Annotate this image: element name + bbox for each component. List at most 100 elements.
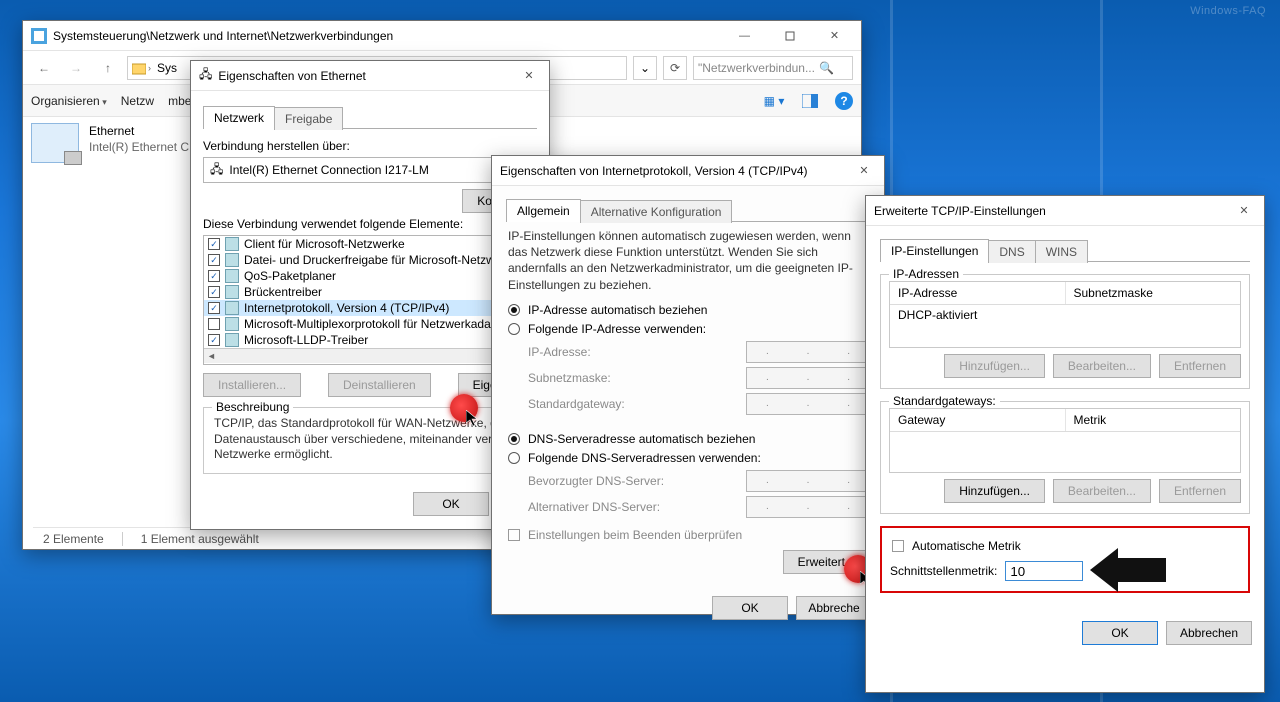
radio-icon [508, 452, 520, 464]
annotation-arrow-icon [1088, 548, 1168, 595]
cancel-button[interactable]: Abbrechen [1166, 621, 1252, 645]
ipv4-properties-dialog: Eigenschaften von Internetprotokoll, Ver… [491, 155, 885, 615]
dropdown-button[interactable]: ⌄ [633, 56, 657, 80]
connection-adapter: Intel(R) Ethernet C [89, 139, 189, 155]
radio-dns-manual[interactable]: Folgende DNS-Serveradressen verwenden: [508, 451, 868, 465]
checkbox[interactable]: ✓ [208, 302, 220, 314]
remove-button[interactable]: Entfernen [1159, 354, 1241, 378]
nic-icon: 🖧 [210, 160, 223, 181]
component-icon [225, 269, 239, 283]
checkbox[interactable]: ✓ [208, 286, 220, 298]
tab-wins[interactable]: WINS [1035, 240, 1088, 263]
interface-metric-label: Schnittstellenmetrik: [890, 564, 997, 578]
remove-button[interactable]: Entfernen [1159, 479, 1241, 503]
checkbox[interactable]: ✓ [208, 270, 220, 282]
ip-addresses-group-label: IP-Adressen [889, 267, 963, 281]
checkbox[interactable] [508, 529, 520, 541]
search-icon: 🔍 [819, 61, 834, 75]
view-icon[interactable]: ▦ ▾ [763, 90, 785, 112]
scroll-left-icon[interactable]: ◄ [204, 351, 219, 361]
refresh-button[interactable]: ⟳ [663, 56, 687, 80]
col-mask[interactable]: Subnetzmaske [1066, 282, 1241, 304]
ok-button[interactable]: OK [1082, 621, 1158, 645]
nav-forward-button[interactable]: → [63, 55, 89, 81]
ip-addresses-table[interactable]: IP-Adresse Subnetzmaske DHCP-aktiviert [889, 281, 1241, 348]
tab-ip-einstellungen[interactable]: IP-Einstellungen [880, 239, 989, 262]
checkbox[interactable]: ✓ [208, 318, 220, 330]
nav-up-button[interactable]: ↑ [95, 55, 121, 81]
gateways-table[interactable]: Gateway Metrik [889, 408, 1241, 473]
checkbox[interactable]: ✓ [208, 334, 220, 346]
elements-label: Diese Verbindung verwendet folgende Elem… [203, 217, 537, 231]
add-button[interactable]: Hinzufügen... [944, 479, 1045, 503]
radio-dns-auto[interactable]: DNS-Serveradresse automatisch beziehen [508, 432, 868, 446]
list-item[interactable]: ✓Microsoft-LLDP-Treiber [204, 332, 536, 348]
list-item[interactable]: ✓Microsoft-Multiplexorprotokoll für Netz… [204, 316, 536, 332]
ip-input: ... [746, 341, 870, 363]
dns2-label: Alternativer DNS-Server: [528, 500, 660, 514]
install-button[interactable]: Installieren... [203, 373, 301, 397]
close-button[interactable]: ✕ [812, 22, 857, 50]
add-button[interactable]: Hinzufügen... [944, 354, 1045, 378]
checkbox[interactable]: ✓ [208, 238, 220, 250]
radio-label: DNS-Serveradresse automatisch beziehen [528, 432, 755, 446]
mask-input: ... [746, 367, 870, 389]
breadcrumb-segment[interactable]: Sys [153, 61, 181, 75]
list-item-label: Datei- und Druckerfreigabe für Microsoft… [244, 253, 501, 267]
component-icon [225, 237, 239, 251]
interface-metric-input[interactable] [1005, 561, 1083, 581]
ok-button[interactable]: OK [413, 492, 489, 516]
checkbox[interactable] [892, 540, 904, 552]
horizontal-scrollbar[interactable]: ◄► [204, 348, 536, 363]
ok-button[interactable]: OK [712, 596, 788, 620]
checkbox[interactable]: ✓ [208, 254, 220, 266]
tab-alternative[interactable]: Alternative Konfiguration [580, 200, 733, 223]
ip-label: IP-Adresse: [528, 345, 591, 359]
list-item-label: Client für Microsoft-Netzwerke [244, 237, 405, 251]
components-listbox[interactable]: ✓ Client für Microsoft-Netzwerke ✓ Datei- … [203, 235, 537, 365]
edit-button[interactable]: Bearbeiten... [1053, 479, 1151, 503]
cancel-button[interactable]: Abbreche [796, 596, 872, 620]
edit-button[interactable]: Bearbeiten... [1053, 354, 1151, 378]
col-gateway[interactable]: Gateway [890, 409, 1066, 431]
window-title: Systemsteuerung\Netzwerk und Internet\Ne… [53, 29, 722, 43]
col-ip[interactable]: IP-Adresse [890, 282, 1066, 304]
component-icon [225, 333, 239, 347]
table-row[interactable]: DHCP-aktiviert [890, 305, 1240, 325]
search-placeholder: "Netzwerkverbindun... [698, 61, 815, 75]
tab-freigabe[interactable]: Freigabe [274, 107, 343, 130]
help-icon[interactable]: ? [835, 92, 853, 110]
tab-dns[interactable]: DNS [988, 240, 1035, 263]
radio-ip-manual[interactable]: Folgende IP-Adresse verwenden: [508, 322, 868, 336]
search-input[interactable]: "Netzwerkverbindun... 🔍 [693, 56, 853, 80]
maximize-button[interactable] [767, 22, 812, 50]
component-icon [225, 253, 239, 267]
tab-netzwerk[interactable]: Netzwerk [203, 106, 275, 129]
tab-allgemein[interactable]: Allgemein [506, 199, 581, 222]
toolbar-item[interactable]: Netzw [121, 94, 154, 108]
gateway-input: ... [746, 393, 870, 415]
list-item[interactable]: ✓ Client für Microsoft-Netzwerke [204, 236, 536, 252]
radio-icon [508, 323, 520, 335]
close-button[interactable]: ✕ [1228, 197, 1260, 225]
list-item[interactable]: ✓ Datei- und Druckerfreigabe für Microsof… [204, 252, 536, 268]
close-button[interactable]: ✕ [513, 62, 545, 90]
close-button[interactable]: ✕ [848, 157, 880, 185]
nav-back-button[interactable]: ← [31, 55, 57, 81]
dialog-title: Eigenschaften von Internetprotokoll, Ver… [500, 164, 848, 178]
component-icon [225, 317, 239, 331]
preview-pane-icon[interactable] [799, 90, 821, 112]
list-item-selected[interactable]: ✓Internetprotokoll, Version 4 (TCP/IPv4) [204, 300, 536, 316]
list-item[interactable]: ✓Brückentreiber [204, 284, 536, 300]
col-metric[interactable]: Metrik [1066, 409, 1241, 431]
list-item[interactable]: ✓QoS-Paketplaner [204, 268, 536, 284]
minimize-button[interactable]: — [722, 22, 767, 50]
radio-label: Folgende IP-Adresse verwenden: [528, 322, 706, 336]
status-selection: 1 Element ausgewählt [141, 532, 259, 546]
dialog-title: Eigenschaften von Ethernet [218, 69, 513, 83]
validate-on-exit[interactable]: Einstellungen beim Beenden überprüfen [508, 528, 868, 542]
auto-metric-checkbox[interactable]: Automatische Metrik [892, 539, 1238, 553]
radio-ip-auto[interactable]: IP-Adresse automatisch beziehen [508, 303, 868, 317]
organize-menu[interactable]: Organisieren [31, 94, 107, 108]
uninstall-button[interactable]: Deinstallieren [328, 373, 431, 397]
